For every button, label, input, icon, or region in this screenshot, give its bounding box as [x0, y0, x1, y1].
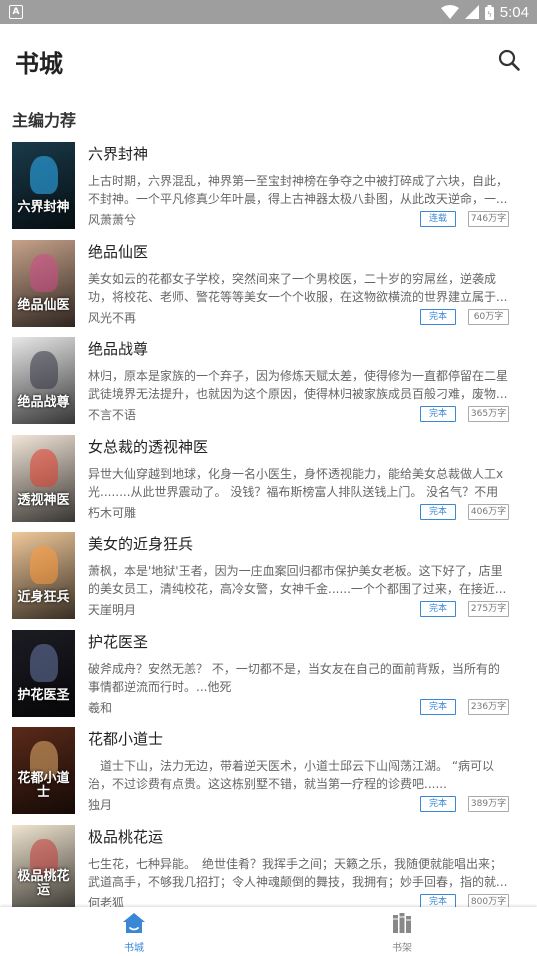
status-badge: 完本	[420, 601, 456, 617]
book-list-item[interactable]: 近身狂兵 美女的近身狂兵萧枫，本是'地狱'王者，因为一庄血案回归都市保护美女老板。…	[0, 529, 537, 627]
book-title: 六界封神	[88, 145, 149, 163]
page-title: 书城	[15, 50, 63, 78]
cover-title-text: 极品桃花运	[17, 868, 70, 898]
book-list: 六界封神 六界封神 上古时期，六界混乱，神界第一至宝封神榜在争夺之中被打碎成了六块，…	[0, 139, 537, 919]
book-cover-image: 花都小道士	[12, 727, 75, 814]
book-author: 天崖明月	[88, 603, 137, 617]
bookshelf-icon	[393, 913, 411, 933]
cover-figure	[30, 351, 58, 389]
book-author: 羲和	[88, 700, 113, 715]
book-list-item[interactable]: 绝品仙医 绝品仙医 美女如云的花都女子学校，突然间来了一个男校医，二十岁的穷屌丝，逆…	[0, 237, 537, 335]
book-title: 花都小道士	[88, 730, 164, 748]
cover-figure	[30, 643, 58, 682]
status-badge: 完本	[420, 698, 456, 715]
book-cover-image: 近身狂兵	[12, 532, 75, 619]
nav-label-bookstore: 书城	[124, 943, 144, 954]
book-cover-image: 透视神医	[12, 434, 75, 522]
cover-title-text: 绝品仙医	[17, 297, 70, 313]
book-title: 绝品仙医	[88, 242, 149, 261]
cover-figure	[30, 546, 58, 584]
cover-figure	[30, 156, 58, 194]
book-description: 上古时期，六界混乱，神界第一至宝封神榜在争夺之中被打碎成了六块，自此，不封神。一…	[88, 174, 508, 206]
book-list-item[interactable]: 绝品战尊 绝品战尊 林归，原本是家族的一个弃子，因为修炼天赋太差，使得修为一直都停留…	[0, 334, 537, 432]
cover-title-text: 近身狂兵	[17, 590, 70, 605]
status-badge: 连载	[420, 211, 456, 227]
book-title: 护花医圣	[88, 632, 149, 651]
book-list-item[interactable]: 六界封神 六界封神 上古时期，六界混乱，神界第一至宝封神榜在争夺之中被打碎成了六块，…	[0, 139, 537, 237]
book-title: 美女的近身狂兵	[88, 535, 194, 553]
nav-item-bookstore[interactable]: 书城	[104, 911, 164, 954]
word-count-badge: 389万字	[468, 796, 509, 812]
book-title: 极品桃花运	[88, 827, 164, 846]
book-author: 风萧萧兮	[88, 213, 137, 227]
word-count-badge: 746万字	[468, 211, 509, 227]
book-description: 道士下山，法力无边，带着逆天医术，小道士邱云下山闯荡江湖。 “病可以治，不过诊费…	[88, 759, 495, 791]
word-count-badge: 60万字	[468, 308, 509, 325]
word-count-badge: 365万字	[468, 406, 509, 422]
app-bar: 书城	[0, 24, 537, 94]
status-badge: 完本	[420, 406, 456, 422]
home-icon	[123, 913, 145, 933]
book-cover-image: 绝品战尊	[12, 337, 75, 424]
book-cover-image: 极品桃花运	[12, 824, 75, 912]
book-title: 绝品战尊	[88, 340, 149, 358]
status-bar: A ϟ 5:04	[0, 0, 537, 24]
word-count-badge: 406万字	[468, 503, 509, 520]
book-list-item[interactable]: 透视神医 女总裁的透视神医异世大仙穿越到地球，化身一名小医生，身怀透视能力，能给美…	[0, 432, 537, 530]
cover-title-text: 六界封神	[17, 200, 70, 215]
battery-icon: ϟ	[484, 4, 494, 20]
status-badge: 完本	[420, 308, 456, 325]
nav-label-bookshelf: 书架	[392, 943, 412, 954]
book-list-item[interactable]: 花都小道士 花都小道士 道士下山，法力无边，带着逆天医术，小道士邱云下山闯荡江湖。…	[0, 724, 537, 822]
status-badge: 完本	[420, 503, 456, 520]
search-icon[interactable]	[497, 48, 521, 72]
book-list-item[interactable]: 极品桃花运 极品桃花运 七生花，七种异能。 绝世佳肴？我挥手之间；天籁之乐，我随便就…	[0, 822, 537, 920]
cover-figure	[30, 253, 58, 292]
book-author: 风光不再	[88, 310, 137, 325]
book-description: 异世大仙穿越到地球，化身一名小医生，身怀透视能力，能给美女总裁做人工x光....…	[88, 466, 504, 499]
book-cover-image: 护花医圣	[12, 629, 75, 717]
book-description: 七生花，七种异能。 绝世佳肴？我挥手之间；天籁之乐，我随便就能唱出来；武道高手，…	[88, 856, 508, 889]
book-cover-image: 绝品仙医	[12, 239, 75, 327]
word-count-badge: 275万字	[468, 601, 509, 617]
book-description: 破斧成舟？安然无恙？ 不，一切都不是，当女友在自己的面前背叛，当所有的事情都逆流…	[88, 661, 500, 694]
status-badge: 完本	[420, 796, 456, 812]
wifi-icon	[440, 5, 459, 19]
book-author: 朽木可雕	[88, 505, 137, 520]
cover-title-text: 绝品战尊	[17, 395, 70, 410]
book-author: 独月	[88, 798, 113, 812]
cover-figure	[30, 448, 58, 487]
cover-title-text: 护花医圣	[17, 687, 70, 703]
clock: 5:04	[499, 3, 529, 21]
bottom-navigation: 书城 书架	[0, 907, 537, 956]
book-title: 女总裁的透视神医	[88, 437, 209, 456]
cover-title-text: 花都小道士	[17, 771, 70, 800]
book-description: 美女如云的花都女子学校，突然间来了一个男校医，二十岁的穷屌丝，逆袭成功，将校花、…	[88, 271, 508, 304]
book-author: 不言不语	[88, 408, 137, 422]
svg-text:ϟ: ϟ	[487, 10, 492, 19]
book-list-item[interactable]: 护花医圣 护花医圣 破斧成舟？安然无恙？ 不，一切都不是，当女友在自己的面前背叛，当…	[0, 627, 537, 725]
word-count-badge: 236万字	[468, 698, 509, 715]
book-description: 林归，原本是家族的一个弃子，因为修炼天赋太差，使得修为一直都停留在二星武徒境界无…	[88, 369, 508, 401]
app-notification-icon: A	[9, 5, 23, 19]
nav-item-bookshelf[interactable]: 书架	[372, 911, 432, 954]
book-description: 萧枫，本是'地狱'王者，因为一庄血案回归都市保护美女老板。这下好了，店里的美女员…	[88, 564, 507, 596]
section-title: 主编力荐	[12, 111, 77, 130]
cover-title-text: 透视神医	[17, 492, 70, 508]
book-cover-image: 六界封神	[12, 142, 75, 229]
signal-icon	[464, 5, 479, 19]
